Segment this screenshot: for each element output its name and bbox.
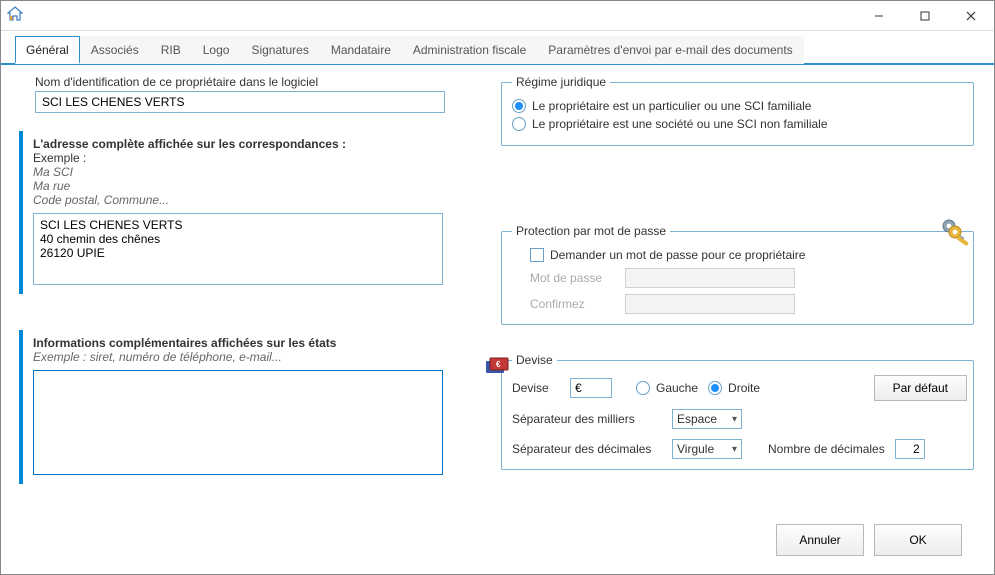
radio-icon: [512, 99, 526, 113]
regime-fieldset: Régime juridique Le propriétaire est un …: [501, 75, 974, 146]
address-example-line3: Code postal, Commune...: [33, 193, 453, 207]
decimals-count-label: Nombre de décimales: [768, 442, 885, 456]
tab-strip: Général Associés RIB Logo Signatures Man…: [1, 35, 994, 65]
tab-admin-fiscale[interactable]: Administration fiscale: [402, 36, 537, 64]
confirm-label: Confirmez: [530, 297, 615, 311]
tab-rib[interactable]: RIB: [150, 36, 192, 64]
devise-default-button[interactable]: Par défaut: [874, 375, 967, 401]
address-block: L'adresse complète affichée sur les corr…: [19, 131, 459, 294]
radio-icon: [708, 381, 722, 395]
confirm-input: [625, 294, 795, 314]
radio-icon: [512, 117, 526, 131]
svg-text:€: €: [496, 360, 501, 369]
confirm-row: Confirmez: [530, 294, 963, 314]
window: Général Associés RIB Logo Signatures Man…: [0, 0, 995, 575]
decimal-sep-select[interactable]: Virgule: [672, 439, 742, 459]
decimal-sep-label: Séparateur des décimales: [512, 442, 662, 456]
info-block-example: Exemple : siret, numéro de téléphone, e-…: [33, 350, 453, 364]
tab-body: Nom d'identification de ce propriétaire …: [1, 65, 994, 574]
info-block-title: Informations complémentaires affichées s…: [33, 336, 453, 350]
thousand-sep-select[interactable]: Espace: [672, 409, 742, 429]
thousand-sep-label: Séparateur des milliers: [512, 412, 662, 426]
tab-email-params[interactable]: Paramètres d'envoi par e-mail des docume…: [537, 36, 803, 64]
dialog-footer: Annuler OK: [19, 514, 976, 570]
radio-icon: [636, 381, 650, 395]
tab-associes[interactable]: Associés: [80, 36, 150, 64]
address-textarea[interactable]: [33, 213, 443, 285]
tab-general[interactable]: Général: [15, 36, 80, 64]
tab-signatures[interactable]: Signatures: [240, 36, 319, 64]
address-example-line2: Ma rue: [33, 179, 453, 193]
protection-legend: Protection par mot de passe: [512, 224, 670, 238]
devise-symbol-input[interactable]: [570, 378, 612, 398]
devise-position-left[interactable]: Gauche: [636, 381, 698, 395]
devise-position-right[interactable]: Droite: [708, 381, 760, 395]
info-block: Informations complémentaires affichées s…: [19, 330, 459, 484]
titlebar: [1, 1, 994, 31]
right-column: Régime juridique Le propriétaire est un …: [499, 75, 976, 484]
keys-icon: [935, 214, 975, 257]
minimize-button[interactable]: [856, 1, 902, 31]
tab-logo[interactable]: Logo: [192, 36, 241, 64]
tab-mandataire[interactable]: Mandataire: [320, 36, 402, 64]
decimals-count-input[interactable]: [895, 439, 925, 459]
address-block-title: L'adresse complète affichée sur les corr…: [33, 137, 453, 151]
checkbox-icon: [530, 248, 544, 262]
regime-option-particulier[interactable]: Le propriétaire est un particulier ou un…: [512, 99, 963, 113]
identification-input[interactable]: [35, 91, 445, 113]
protection-checkbox-row[interactable]: Demander un mot de passe pour ce proprié…: [530, 248, 963, 262]
cancel-button[interactable]: Annuler: [776, 524, 864, 556]
devise-icon: €: [484, 355, 510, 382]
devise-label: Devise: [512, 381, 560, 395]
app-icon: [7, 6, 23, 25]
left-column: Nom d'identification de ce propriétaire …: [19, 75, 459, 484]
password-row: Mot de passe: [530, 268, 963, 288]
regime-legend: Régime juridique: [512, 75, 610, 89]
regime-option-societe[interactable]: Le propriétaire est une société ou une S…: [512, 117, 963, 131]
info-textarea[interactable]: [33, 370, 443, 475]
devise-legend: Devise: [512, 353, 557, 367]
ok-button[interactable]: OK: [874, 524, 962, 556]
identification-label: Nom d'identification de ce propriétaire …: [35, 75, 459, 89]
protection-fieldset: Protection par mot de passe: [501, 224, 974, 325]
password-label: Mot de passe: [530, 271, 615, 285]
address-example-label: Exemple :: [33, 151, 453, 165]
password-input: [625, 268, 795, 288]
address-example-line1: Ma SCI: [33, 165, 453, 179]
close-button[interactable]: [948, 1, 994, 31]
maximize-button[interactable]: [902, 1, 948, 31]
devise-fieldset: Devise € Par défaut Devise: [501, 353, 974, 470]
